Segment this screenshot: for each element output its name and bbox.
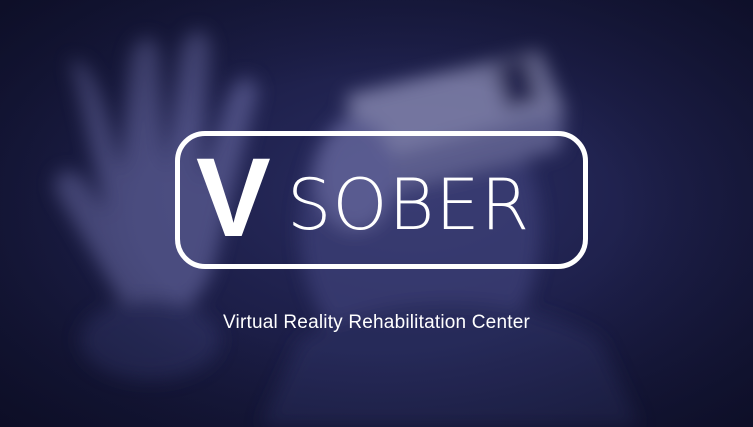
logo-mark: V	[196, 135, 271, 260]
tagline: Virtual Reality Rehabilitation Center	[223, 312, 530, 333]
hero-banner: V SOBER Virtual Reality Rehabilitation C…	[0, 0, 753, 427]
logo-wordmark: SOBER	[287, 164, 531, 246]
